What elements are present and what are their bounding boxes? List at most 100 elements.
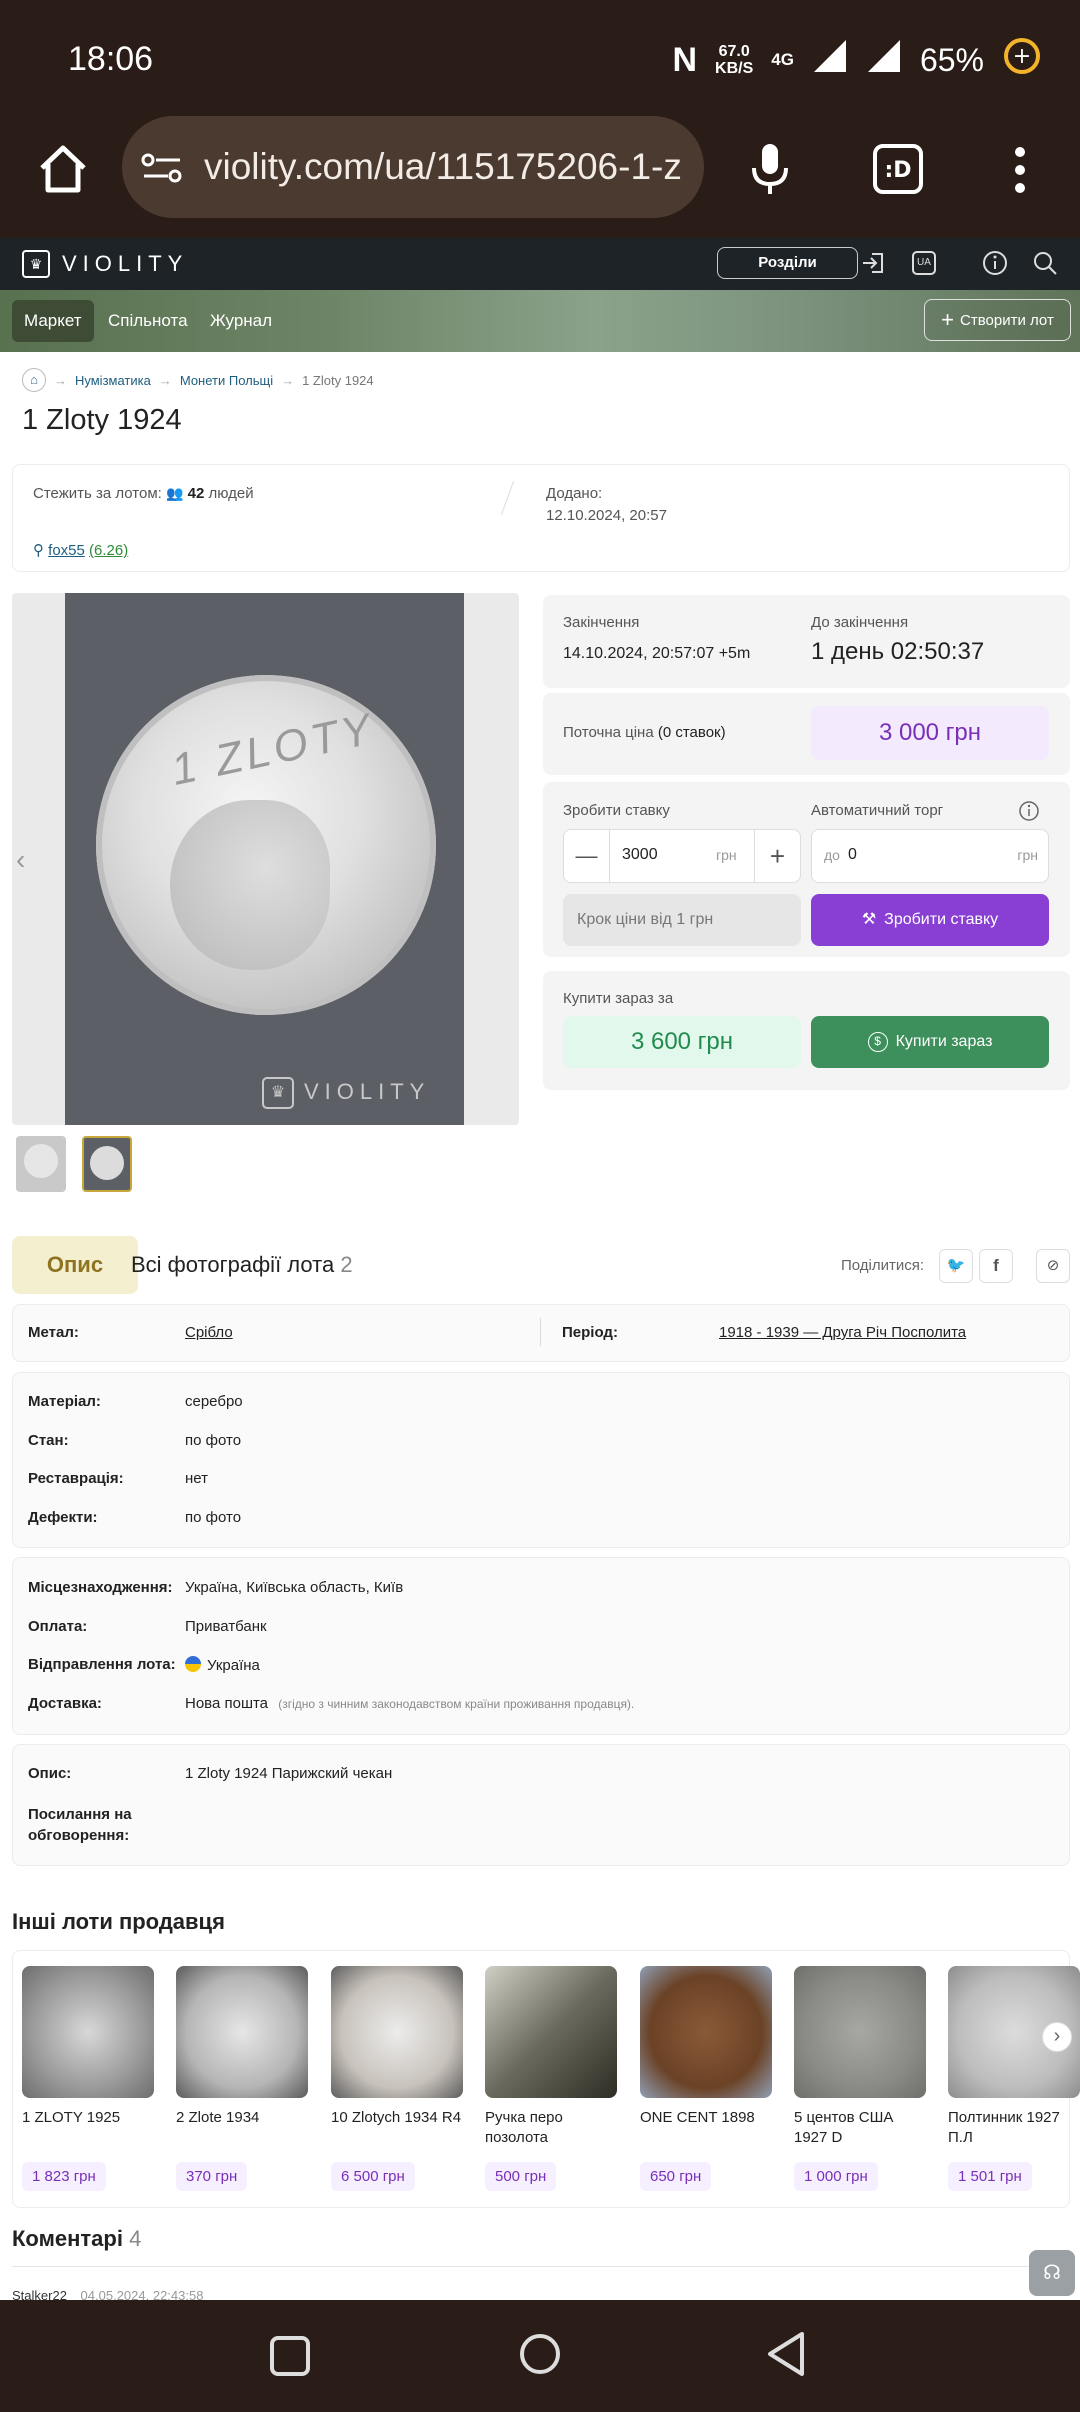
plus-button[interactable]: + bbox=[754, 830, 800, 882]
nfc-icon: N bbox=[672, 40, 698, 79]
support-icon[interactable]: ☊ bbox=[1029, 2250, 1075, 2296]
browser-menu-icon[interactable] bbox=[1012, 145, 1028, 200]
back-icon[interactable] bbox=[764, 2330, 808, 2383]
comments-title: Коментарі 4 bbox=[12, 2226, 142, 2251]
thumbnail-1[interactable] bbox=[16, 1136, 66, 1192]
home-icon[interactable] bbox=[34, 140, 92, 203]
lot-card[interactable]: 2 Zlote 1934 370 грн bbox=[176, 1966, 308, 2191]
tab-switcher-icon[interactable]: :D bbox=[872, 143, 924, 200]
breadcrumb: ⌂ → Нумізматика → Монети Польщі → 1 Zlot… bbox=[22, 368, 374, 392]
lot-image[interactable] bbox=[22, 1966, 154, 2098]
battery-percent: 65% bbox=[919, 41, 984, 78]
remaining-label: До закінчення bbox=[811, 614, 909, 631]
login-icon[interactable] bbox=[860, 250, 886, 281]
place-bid-button[interactable]: ⚒ Зробити ставку bbox=[811, 894, 1049, 946]
price-step: Крок ціни від 1 грн bbox=[563, 894, 801, 946]
seller[interactable]: ⚲ fox55 (6.26) bbox=[33, 541, 128, 559]
language-button[interactable]: UA bbox=[912, 251, 936, 275]
auto-bid-label: Автоматичний торг bbox=[811, 802, 944, 819]
metal-link[interactable]: Срібло bbox=[185, 1324, 233, 1341]
seller-name[interactable]: fox55 bbox=[48, 542, 85, 559]
bid-stepper[interactable]: — 3000 грн + bbox=[563, 829, 801, 883]
lot-image[interactable] bbox=[331, 1966, 463, 2098]
lot-image[interactable] bbox=[485, 1966, 617, 2098]
network-speed: 67.0 KB/S bbox=[715, 43, 754, 77]
current-price: 3 000 грн bbox=[811, 706, 1049, 760]
gavel-icon: ⚒ bbox=[861, 911, 877, 928]
crown-icon: ♛ bbox=[22, 250, 50, 278]
coin-portrait bbox=[170, 800, 330, 970]
copy-link-icon[interactable]: ⊘ bbox=[1036, 1249, 1070, 1283]
auto-bid-input[interactable]: до 0 грн bbox=[811, 829, 1049, 883]
url-field[interactable]: violity.com/ua/115175206-1-z bbox=[122, 116, 704, 218]
recent-apps-icon[interactable] bbox=[268, 2334, 312, 2383]
seller-rating[interactable]: (6.26) bbox=[89, 542, 128, 559]
buy-now-price: 3 600 грн bbox=[563, 1016, 801, 1068]
bid-input[interactable]: 3000 bbox=[622, 846, 658, 864]
tab-description[interactable]: Опис bbox=[12, 1236, 138, 1294]
lot-card[interactable]: Полтинник 1927 П.Л 1 501 грн bbox=[948, 1966, 1080, 2191]
gallery-prev-icon[interactable]: ‹ bbox=[16, 844, 25, 876]
lot-image[interactable] bbox=[794, 1966, 926, 2098]
thumbnail-2[interactable] bbox=[82, 1136, 132, 1192]
tab-market[interactable]: Маркет bbox=[12, 300, 94, 342]
lot-card[interactable]: 5 центов США 1927 D1 000 грн bbox=[794, 1966, 926, 2191]
create-lot-button[interactable]: + Створити лот bbox=[924, 299, 1071, 341]
end-date: 14.10.2024, 20:57:07 +5m bbox=[563, 645, 751, 662]
crumb-current: 1 Zloty 1924 bbox=[302, 372, 374, 388]
svg-text::D: :D bbox=[884, 158, 911, 183]
signal-icon-2 bbox=[866, 38, 902, 82]
auto-bid-info-icon[interactable] bbox=[1018, 800, 1040, 827]
minus-button[interactable]: — bbox=[564, 830, 610, 882]
carousel-next-icon[interactable]: › bbox=[1042, 2022, 1072, 2052]
lot-card[interactable]: 10 Zlotych 1934 R4 6 500 грн bbox=[331, 1966, 463, 2191]
lot-card[interactable]: 1 ZLOTY 1925 1 823 грн bbox=[22, 1966, 154, 2191]
other-lots-title: Інші лоти продавця bbox=[12, 1909, 225, 1934]
search-icon[interactable] bbox=[1032, 250, 1058, 281]
added-label: Додано: bbox=[546, 485, 603, 502]
home-nav-icon[interactable] bbox=[518, 2332, 562, 2381]
bid-currency: грн bbox=[716, 847, 737, 863]
lot-info-card bbox=[12, 464, 1070, 572]
tab-journal[interactable]: Журнал bbox=[198, 300, 284, 342]
buy-now-button[interactable]: $ Купити зараз bbox=[811, 1016, 1049, 1068]
share-label: Поділитися: bbox=[841, 1257, 925, 1274]
people-icon: 👥 bbox=[166, 485, 184, 501]
divider bbox=[12, 2266, 1070, 2267]
timing-panel bbox=[543, 595, 1070, 688]
watchers: Стежить за лотом: 👥 42 людей bbox=[33, 485, 254, 502]
added-date: 12.10.2024, 20:57 bbox=[546, 507, 667, 524]
lot-image[interactable] bbox=[176, 1966, 308, 2098]
page-title: 1 Zloty 1924 bbox=[22, 404, 182, 436]
home-crumb-icon[interactable]: ⌂ bbox=[22, 368, 46, 392]
tab-all-photos[interactable]: Всі фотографії лота 2 bbox=[131, 1252, 353, 1278]
sections-button[interactable]: Розділи bbox=[717, 247, 858, 279]
lot-image[interactable] bbox=[640, 1966, 772, 2098]
status-bar: 18:06 N 67.0 KB/S 4G 65% + bbox=[0, 0, 1080, 125]
network-type: 4G bbox=[771, 50, 794, 69]
period-link[interactable]: 1918 - 1939 — Друга Річ Посполита bbox=[719, 1324, 966, 1341]
tab-community[interactable]: Спільнота bbox=[96, 300, 200, 342]
svg-text:+: + bbox=[1013, 44, 1031, 69]
violity-logo[interactable]: ♛ VIOLITY bbox=[22, 250, 188, 278]
watermark: ♛ VIOLITY bbox=[262, 1077, 430, 1109]
bid-label: Зробити ставку bbox=[563, 802, 670, 819]
battery-saver-icon: + bbox=[1002, 36, 1042, 84]
crumb-numismatics[interactable]: Нумізматика bbox=[75, 373, 151, 388]
crumb-polish-coins[interactable]: Монети Польщі bbox=[180, 373, 273, 388]
twitter-share-icon[interactable]: 🐦 bbox=[939, 1249, 973, 1283]
remaining-time: 1 день 02:50:37 bbox=[811, 638, 985, 665]
clock: 18:06 bbox=[68, 40, 154, 78]
signal-icon bbox=[812, 38, 848, 82]
facebook-share-icon[interactable]: f bbox=[979, 1249, 1013, 1283]
user-icon: ⚲ bbox=[33, 542, 44, 559]
lot-card[interactable]: ONE CENT 1898 650 грн bbox=[640, 1966, 772, 2191]
end-label: Закінчення bbox=[563, 614, 640, 631]
site-settings-icon[interactable] bbox=[140, 150, 184, 191]
info-icon[interactable] bbox=[982, 250, 1008, 281]
plus-icon: + bbox=[941, 307, 955, 332]
buy-now-label: Купити зараз за bbox=[563, 990, 674, 1007]
ukraine-flag-icon bbox=[185, 1656, 201, 1672]
microphone-icon[interactable] bbox=[748, 140, 792, 203]
lot-card[interactable]: Ручка перо позолота 500 грн bbox=[485, 1966, 617, 2191]
